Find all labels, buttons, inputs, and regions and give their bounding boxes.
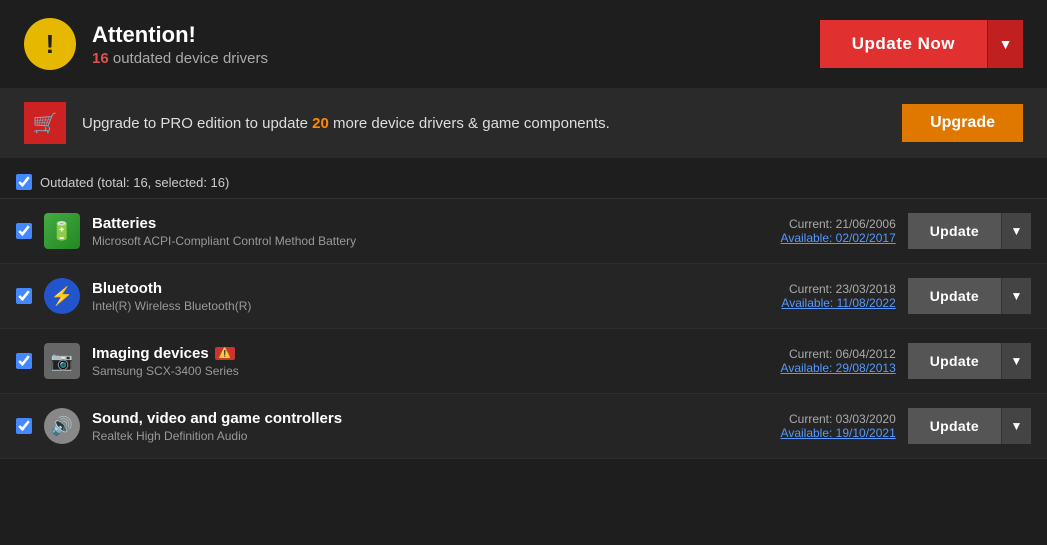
outdated-count-number: 16: [92, 50, 109, 67]
chevron-down-icon: ▼: [1011, 224, 1023, 238]
attention-icon: !: [24, 18, 76, 70]
driver-info-imaging: Imaging devices ⚠️ Samsung SCX-3400 Seri…: [92, 345, 704, 378]
header-text: Attention! 16 outdated device drivers: [92, 22, 268, 67]
update-dropdown-bluetooth[interactable]: ▼: [1001, 278, 1031, 314]
filter-label: Outdated (total: 16, selected: 16): [40, 175, 229, 190]
driver-list: 🔋 Batteries Microsoft ACPI-Compliant Con…: [0, 199, 1047, 459]
driver-name-sound: Sound, video and game controllers: [92, 410, 704, 427]
promo-count: 20: [312, 115, 329, 132]
update-dropdown-sound[interactable]: ▼: [1001, 408, 1031, 444]
battery-icon: 🔋: [44, 213, 80, 249]
available-version-bluetooth[interactable]: Available: 11/08/2022: [716, 296, 896, 310]
update-dropdown-imaging[interactable]: ▼: [1001, 343, 1031, 379]
bluetooth-icon: ⚡: [44, 278, 80, 314]
driver-name-imaging: Imaging devices ⚠️: [92, 345, 704, 362]
chevron-down-icon: ▼: [1011, 354, 1023, 368]
available-version-imaging[interactable]: Available: 29/08/2013: [716, 361, 896, 375]
conflict-badge-imaging: ⚠️: [215, 347, 235, 360]
available-version-batteries[interactable]: Available: 02/02/2017: [716, 231, 896, 245]
update-btn-group-bluetooth: Update ▼: [908, 278, 1031, 314]
table-row: 🔊 Sound, video and game controllers Real…: [0, 394, 1047, 459]
driver-info-sound: Sound, video and game controllers Realte…: [92, 410, 704, 443]
chevron-down-icon: ▼: [999, 36, 1013, 52]
update-btn-group-sound: Update ▼: [908, 408, 1031, 444]
update-btn-group-batteries: Update ▼: [908, 213, 1031, 249]
update-now-wrapper: Update Now ▼: [820, 20, 1023, 68]
driver-version-batteries: Current: 21/06/2006 Available: 02/02/201…: [716, 217, 896, 245]
promo-suffix: more device drivers & game components.: [329, 115, 610, 132]
chevron-down-icon: ▼: [1011, 419, 1023, 433]
filter-row: Outdated (total: 16, selected: 16): [0, 166, 1047, 199]
update-button-imaging[interactable]: Update: [908, 343, 1001, 379]
update-btn-group-imaging: Update ▼: [908, 343, 1031, 379]
driver-version-sound: Current: 03/03/2020 Available: 19/10/202…: [716, 412, 896, 440]
header: ! Attention! 16 outdated device drivers …: [0, 0, 1047, 88]
outdated-count-text: outdated device drivers: [113, 50, 268, 67]
table-row: 🔋 Batteries Microsoft ACPI-Compliant Con…: [0, 199, 1047, 264]
update-dropdown-batteries[interactable]: ▼: [1001, 213, 1031, 249]
sound-icon: 🔊: [44, 408, 80, 444]
row-checkbox-imaging[interactable]: [16, 353, 32, 369]
driver-sub-batteries: Microsoft ACPI-Compliant Control Method …: [92, 234, 704, 248]
driver-info-bluetooth: Bluetooth Intel(R) Wireless Bluetooth(R): [92, 280, 704, 313]
header-left: ! Attention! 16 outdated device drivers: [24, 18, 268, 70]
update-now-dropdown-button[interactable]: ▼: [987, 20, 1023, 68]
imaging-icon: 📷: [44, 343, 80, 379]
promo-text: Upgrade to PRO edition to update 20 more…: [82, 115, 886, 132]
driver-version-bluetooth: Current: 23/03/2018 Available: 11/08/202…: [716, 282, 896, 310]
filter-all-checkbox[interactable]: [16, 174, 32, 190]
available-version-sound[interactable]: Available: 19/10/2021: [716, 426, 896, 440]
driver-sub-sound: Realtek High Definition Audio: [92, 429, 704, 443]
update-now-button[interactable]: Update Now: [820, 20, 987, 68]
update-button-batteries[interactable]: Update: [908, 213, 1001, 249]
promo-cart-icon: 🛒: [24, 102, 66, 144]
driver-sub-bluetooth: Intel(R) Wireless Bluetooth(R): [92, 299, 704, 313]
chevron-down-icon: ▼: [1011, 289, 1023, 303]
row-checkbox-batteries[interactable]: [16, 223, 32, 239]
current-version-batteries: Current: 21/06/2006: [716, 217, 896, 231]
table-row: 📷 Imaging devices ⚠️ Samsung SCX-3400 Se…: [0, 329, 1047, 394]
current-version-imaging: Current: 06/04/2012: [716, 347, 896, 361]
attention-title: Attention!: [92, 22, 268, 48]
table-row: ⚡ Bluetooth Intel(R) Wireless Bluetooth(…: [0, 264, 1047, 329]
driver-info-batteries: Batteries Microsoft ACPI-Compliant Contr…: [92, 215, 704, 248]
update-button-bluetooth[interactable]: Update: [908, 278, 1001, 314]
row-checkbox-sound[interactable]: [16, 418, 32, 434]
driver-version-imaging: Current: 06/04/2012 Available: 29/08/201…: [716, 347, 896, 375]
current-version-bluetooth: Current: 23/03/2018: [716, 282, 896, 296]
promo-banner: 🛒 Upgrade to PRO edition to update 20 mo…: [0, 88, 1047, 158]
upgrade-button[interactable]: Upgrade: [902, 104, 1023, 142]
driver-name-batteries: Batteries: [92, 215, 704, 232]
outdated-subtitle: 16 outdated device drivers: [92, 50, 268, 67]
driver-sub-imaging: Samsung SCX-3400 Series: [92, 364, 704, 378]
row-checkbox-bluetooth[interactable]: [16, 288, 32, 304]
promo-prefix: Upgrade to PRO edition to update: [82, 115, 312, 132]
current-version-sound: Current: 03/03/2020: [716, 412, 896, 426]
update-button-sound[interactable]: Update: [908, 408, 1001, 444]
driver-name-bluetooth: Bluetooth: [92, 280, 704, 297]
